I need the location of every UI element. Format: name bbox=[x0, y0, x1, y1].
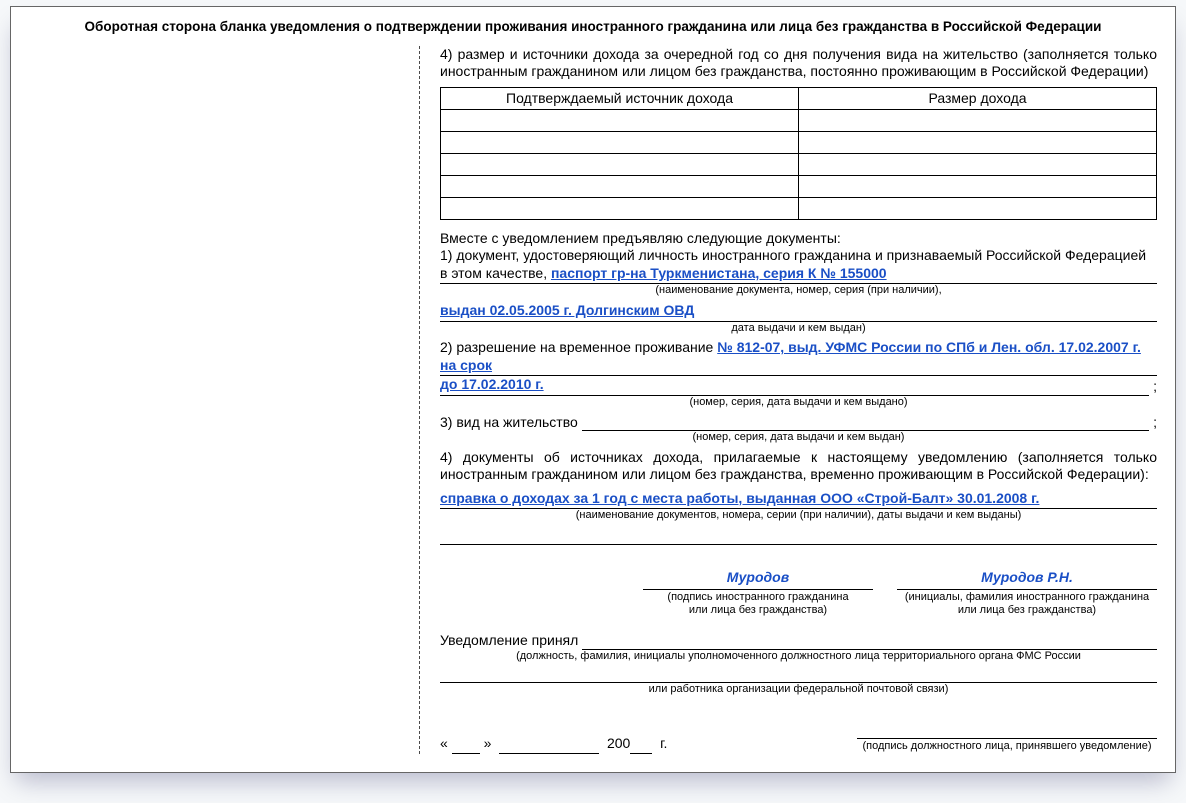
date-row: « » 200 г. bbox=[440, 735, 857, 754]
page-title: Оборотная сторона бланка уведомления о п… bbox=[29, 19, 1157, 36]
item3-prefix: 3) вид на жительство bbox=[440, 414, 582, 432]
item1-issued-line: выдан 02.05.2005 г. Долгинским ОВД bbox=[440, 302, 1157, 322]
item3-semicolon: ; bbox=[1149, 414, 1157, 432]
col-header-source: Подтверждаемый источник дохода bbox=[441, 87, 799, 109]
table-row bbox=[441, 153, 1157, 175]
date-and-official-row: « » 200 г. (подпись должностного лица, п… bbox=[440, 717, 1157, 754]
main-column: 4) размер и источники дохода за очередно… bbox=[420, 46, 1157, 754]
item-1: 1) документ, удостоверяющий личность ино… bbox=[440, 247, 1157, 335]
date-month-field bbox=[499, 735, 599, 754]
item1-hint1: (наименование документа, номер, серия (п… bbox=[440, 284, 1157, 298]
accept-field1 bbox=[582, 635, 1157, 650]
signature-applicant: Муродов (подпись иностранного гражданина… bbox=[643, 569, 873, 618]
item-3: 3) вид на жительство ; (номер, серия, да… bbox=[440, 414, 1157, 445]
official-signature-hint: (подпись должностного лица, принявшего у… bbox=[857, 738, 1157, 754]
item4-line: справка о доходах за 1 год с места работ… bbox=[440, 490, 1157, 510]
item4-hint: (наименование документов, номера, серии … bbox=[440, 509, 1157, 523]
date-year-prefix: 200 bbox=[607, 735, 630, 751]
item2-hint: (номер, серия, дата выдачи и кем выдано) bbox=[440, 396, 1157, 410]
date-year-field bbox=[630, 735, 652, 754]
document-page: Оборотная сторона бланка уведомления о п… bbox=[10, 6, 1176, 773]
signature-name-hint: (инициалы, фамилия иностранного граждани… bbox=[897, 589, 1157, 619]
accept-field2 bbox=[440, 667, 1157, 683]
table-header-row: Подтверждаемый источник дохода Размер до… bbox=[441, 87, 1157, 109]
attachments-intro: Вместе с уведомлением предъявляю следующ… bbox=[440, 230, 1157, 248]
section-4-text: 4) размер и источники дохода за очередно… bbox=[440, 46, 1157, 81]
two-columns: 4) размер и источники дохода за очередно… bbox=[29, 46, 1157, 754]
signature-applicant-hint: (подпись иностранного гражданина или лиц… bbox=[643, 589, 873, 619]
income-table: Подтверждаемый источник дохода Размер до… bbox=[440, 87, 1157, 220]
table-row bbox=[441, 197, 1157, 219]
item2-value2: до 17.02.2010 г. bbox=[440, 376, 544, 392]
accept-hint1: (должность, фамилия, инициалы уполномоче… bbox=[440, 650, 1157, 664]
item3-field bbox=[582, 416, 1149, 431]
item-2: 2) разрешение на временное проживание № … bbox=[440, 339, 1157, 409]
accept-label: Уведомление принял bbox=[440, 632, 582, 650]
signature-applicant-value: Муродов bbox=[711, 569, 805, 589]
item3-hint: (номер, серия, дата выдачи и кем выдан) bbox=[440, 431, 1157, 445]
signature-name-value: Муродов Р.Н. bbox=[965, 569, 1089, 589]
signature-row: Муродов (подпись иностранного гражданина… bbox=[440, 569, 1157, 618]
table-row bbox=[441, 175, 1157, 197]
item1-hint2: дата выдачи и кем выдан) bbox=[440, 322, 1157, 336]
official-signature: (подпись должностного лица, принявшего у… bbox=[857, 736, 1157, 754]
accept-hint2: или работника организации федеральной по… bbox=[440, 683, 1157, 697]
date-close: » bbox=[484, 735, 492, 751]
date-year-suffix: г. bbox=[660, 735, 667, 751]
table-row bbox=[441, 109, 1157, 131]
tear-off-stub bbox=[29, 46, 420, 754]
item1-value: паспорт гр-на Туркменистана, серия К № 1… bbox=[551, 265, 887, 281]
signature-name: Муродов Р.Н. (инициалы, фамилия иностран… bbox=[897, 569, 1157, 618]
item4-extra-line bbox=[440, 527, 1157, 545]
item2-semicolon: ; bbox=[1149, 378, 1157, 396]
table-row bbox=[441, 131, 1157, 153]
date-day-field bbox=[452, 735, 480, 754]
acceptance-block: Уведомление принял (должность, фамилия, … bbox=[440, 632, 1157, 697]
col-header-amount: Размер дохода bbox=[799, 87, 1157, 109]
item-4: 4) документы об источниках дохода, прила… bbox=[440, 449, 1157, 545]
item2-prefix: 2) разрешение на временное проживание bbox=[440, 339, 717, 355]
item4-value: справка о доходах за 1 год с места работ… bbox=[440, 490, 1039, 506]
item1-issued: выдан 02.05.2005 г. Долгинским ОВД bbox=[440, 302, 694, 318]
item4-para: 4) документы об источниках дохода, прила… bbox=[440, 449, 1157, 484]
date-open: « bbox=[440, 735, 448, 751]
